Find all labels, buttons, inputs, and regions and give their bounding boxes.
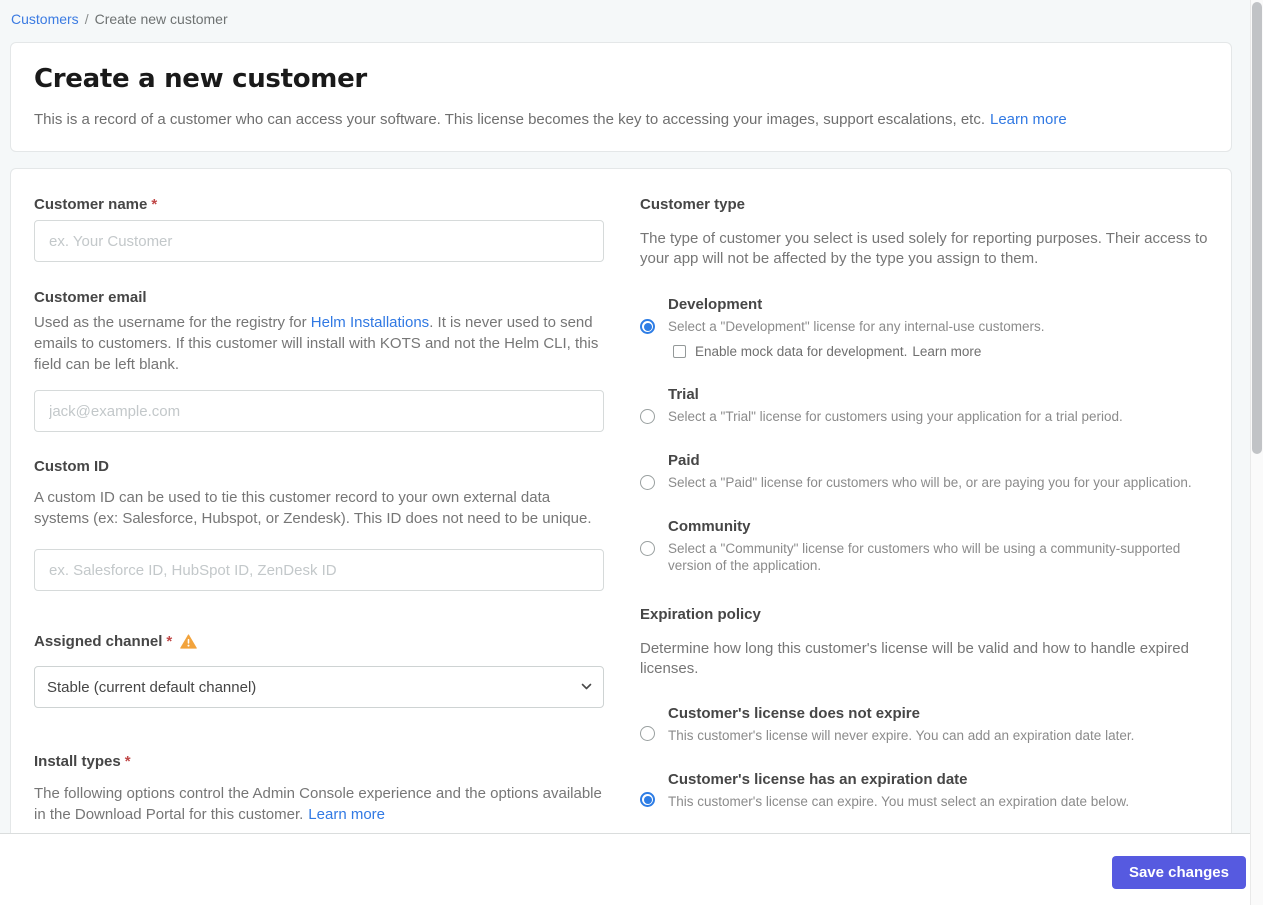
development-option-description: Select a "Development" license for any i…: [668, 319, 1045, 334]
customer-name-label: Customer name *: [34, 196, 604, 213]
paid-option-description: Select a "Paid" license for customers wh…: [668, 475, 1192, 490]
install-types-label: Install types *: [34, 753, 604, 770]
page-title: Create a new customer: [34, 64, 367, 94]
assigned-channel-select[interactable]: Stable (current default channel): [34, 666, 604, 708]
customer-email-label-text: Customer email: [34, 289, 147, 306]
expiration-policy-description: Determine how long this customer's licen…: [640, 640, 1189, 677]
custom-id-field-group: Custom ID A custom ID can be used to tie…: [34, 458, 604, 591]
customer-type-description: The type of customer you select is used …: [640, 230, 1208, 267]
form-right-column: Customer type The type of customer you s…: [640, 196, 1210, 839]
customer-name-label-text: Customer name: [34, 196, 148, 213]
save-changes-button[interactable]: Save changes: [1111, 856, 1246, 889]
radio-paid[interactable]: [640, 475, 655, 490]
required-asterisk: *: [124, 753, 131, 770]
radio-trial[interactable]: [640, 409, 655, 424]
customer-email-input[interactable]: [34, 390, 604, 432]
community-option-label[interactable]: Community: [668, 518, 1210, 535]
customer-type-option-community: Community Select a "Community" license f…: [640, 518, 1210, 574]
email-help-before: Used as the username for the registry fo…: [34, 314, 311, 331]
assigned-channel-label: Assigned channel *: [34, 633, 604, 650]
assigned-channel-select-wrap: Stable (current default channel): [34, 666, 604, 708]
header-learn-more-link[interactable]: Learn more: [990, 111, 1067, 128]
breadcrumb: Customers / Create new customer: [0, 0, 1263, 27]
required-asterisk: *: [151, 196, 158, 213]
warning-triangle-icon: [180, 634, 198, 649]
mock-data-learn-more-link[interactable]: Learn more: [912, 344, 981, 359]
radio-development[interactable]: [640, 319, 655, 334]
development-option-label[interactable]: Development: [668, 296, 1210, 313]
custom-id-label-text: Custom ID: [34, 458, 109, 475]
customer-name-input[interactable]: [34, 220, 604, 262]
custom-id-input[interactable]: [34, 549, 604, 591]
vertical-scrollbar[interactable]: [1250, 0, 1263, 905]
header-description: This is a record of a customer who can a…: [34, 111, 1208, 128]
has-date-option-label[interactable]: Customer's license has an expiration dat…: [668, 771, 1210, 788]
radio-community[interactable]: [640, 541, 655, 556]
breadcrumb-separator: /: [84, 11, 89, 27]
customer-email-label: Customer email: [34, 289, 604, 306]
form-card: Customer name* Customer email Used as th…: [10, 168, 1232, 840]
breadcrumb-current: Create new customer: [94, 11, 228, 27]
radio-license-has-expiration-date[interactable]: [640, 792, 655, 807]
expiration-policy-title: Expiration policy: [640, 606, 761, 623]
form-left-column: Customer name* Customer email Used as th…: [34, 196, 604, 839]
create-customer-page: Customers / Create new customer Create a n…: [0, 0, 1263, 905]
trial-option-label[interactable]: Trial: [668, 386, 1210, 403]
header-description-text: This is a record of a customer who can a…: [34, 111, 985, 128]
install-types-learn-more-link[interactable]: Learn more: [308, 806, 385, 823]
customer-type-option-development: Development Select a "Development" licen…: [640, 296, 1210, 359]
helm-installations-link[interactable]: Helm Installations: [311, 314, 429, 331]
customer-email-field-group: Customer email Used as the username for …: [34, 289, 604, 432]
customer-name-field-group: Customer name *: [34, 196, 604, 262]
customer-email-help: Used as the username for the registry fo…: [34, 312, 604, 375]
no-expire-option-label[interactable]: Customer's license does not expire: [668, 705, 1210, 722]
footer-bar: Save changes: [0, 833, 1263, 905]
assigned-channel-field-group: Assigned channel * Stable (current defaul…: [34, 633, 604, 708]
community-option-text: Community Select a "Community" license f…: [668, 518, 1210, 574]
no-expire-option-text: Customer's license does not expire This …: [668, 705, 1210, 744]
expiration-option-has-date: Customer's license has an expiration dat…: [640, 771, 1210, 810]
radio-license-does-not-expire[interactable]: [640, 726, 655, 741]
trial-option-description: Select a "Trial" license for customers u…: [668, 409, 1123, 424]
has-date-option-description: This customer's license can expire. You …: [668, 794, 1130, 809]
mock-data-checkbox[interactable]: [673, 345, 686, 358]
custom-id-help: A custom ID can be used to tie this cust…: [34, 489, 592, 527]
customer-type-option-trial: Trial Select a "Trial" license for custo…: [640, 386, 1210, 425]
expiration-policy-section: Expiration policy Determine how long thi…: [640, 606, 1210, 810]
mock-data-checkbox-row: Enable mock data for development. Learn …: [673, 344, 1210, 359]
community-option-description: Select a "Community" license for custome…: [668, 541, 1181, 573]
customer-type-title: Customer type: [640, 196, 746, 213]
header-card: Create a new customer This is a record o…: [10, 42, 1232, 152]
breadcrumb-customers-link[interactable]: Customers: [11, 11, 79, 27]
has-date-option-text: Customer's license has an expiration dat…: [668, 771, 1210, 810]
required-asterisk: *: [166, 633, 173, 650]
expiration-option-no-expire: Customer's license does not expire This …: [640, 705, 1210, 744]
customer-type-option-paid: Paid Select a "Paid" license for custome…: [640, 452, 1210, 491]
paid-option-text: Paid Select a "Paid" license for custome…: [668, 452, 1210, 491]
mock-data-checkbox-label: Enable mock data for development.: [695, 344, 908, 359]
customer-type-section: Customer type The type of customer you s…: [640, 196, 1210, 574]
install-types-field-group: Install types * The following options con…: [34, 753, 604, 825]
install-types-help: The following options control the Admin …: [34, 783, 604, 825]
trial-option-text: Trial Select a "Trial" license for custo…: [668, 386, 1210, 425]
custom-id-label: Custom ID: [34, 458, 604, 475]
no-expire-option-description: This customer's license will never expir…: [668, 728, 1135, 743]
paid-option-label[interactable]: Paid: [668, 452, 1210, 469]
scrollbar-thumb[interactable]: [1252, 2, 1262, 454]
development-option-text: Development Select a "Development" licen…: [668, 296, 1210, 359]
install-types-label-text: Install types: [34, 753, 121, 770]
assigned-channel-label-text: Assigned channel: [34, 633, 163, 650]
